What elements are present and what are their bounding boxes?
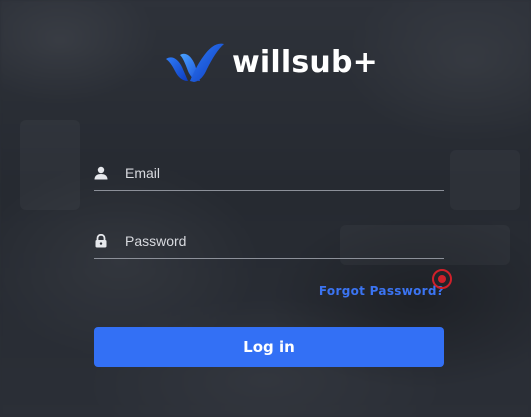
password-input[interactable] xyxy=(125,233,425,249)
email-field[interactable] xyxy=(94,156,444,191)
background-shape xyxy=(20,120,80,210)
willsub-w-logo-icon xyxy=(166,43,224,82)
background-shape xyxy=(450,150,520,210)
password-field[interactable] xyxy=(94,224,444,259)
forgot-password-link[interactable]: Forgot Password? xyxy=(319,284,444,298)
login-button[interactable]: Log in xyxy=(94,327,444,367)
brand-logo: willsub+ xyxy=(164,40,378,84)
email-input[interactable] xyxy=(125,165,425,181)
brand-name: willsub+ xyxy=(232,44,378,80)
click-target-marker xyxy=(432,269,452,289)
lock-icon xyxy=(94,234,108,248)
user-icon xyxy=(94,166,108,180)
